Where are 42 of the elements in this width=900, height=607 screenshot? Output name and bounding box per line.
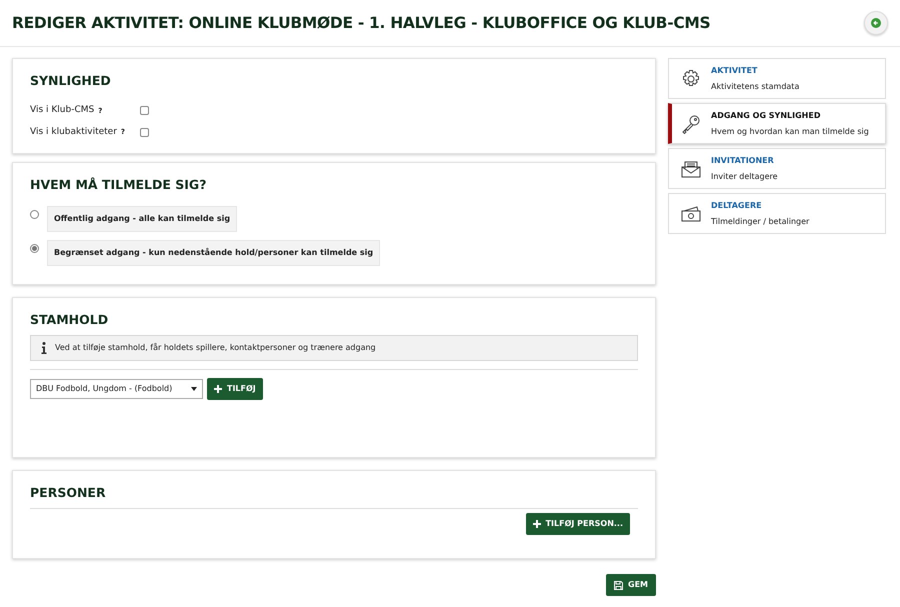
item-subtitle: Aktivitetens stamdata [711,80,800,92]
radio-label: Offentlig adgang - alle kan tilmelde sig [47,206,238,232]
select-value: DBU Fodbold, Ungdom - (Fodbold) [36,383,172,395]
info-text: Ved at tilføje stamhold, får holdets spillere, kontaktpersoner og trænere adgang [55,342,376,354]
page-title: REDIGER AKTIVITET: ONLINE KLUBMØDE - 1. HALVLEG - KLUBOFFICE OG KLUB-CMS [12,14,710,32]
sidebar-item[interactable]: ADGANG OG SYNLIGHED Hvem og hvordan kan man tilmelde sig [668,103,886,144]
save-button[interactable]: GEM [606,574,656,596]
wallet-icon [681,206,701,222]
item-title: ADGANG OG SYNLIGHED [711,110,822,122]
add-team-button[interactable]: TILFØJ [207,378,263,400]
item-subtitle: Tilmeldinger / betalinger [711,216,810,228]
radio-button[interactable] [30,244,39,253]
team-select[interactable]: DBU Fodbold, Ungdom - (Fodbold) [30,379,203,399]
item-subtitle: Hvem og hvordan kan man tilmelde sig [711,126,869,138]
add-person-button[interactable]: TILFØJ PERSON... [526,513,630,535]
sidebar-item[interactable]: AKTIVITET Aktivitetens stamdata [668,58,886,99]
checkbox[interactable] [140,128,149,137]
section-title: STAMHOLD [30,312,110,327]
radio-label: Begrænset adgang - kun nedenstående hold/personer kan tilmelde sig [47,240,380,266]
sidebar-item[interactable]: INVITATIONER Inviter deltagere [668,148,886,189]
sidebar-item[interactable]: DELTAGERE Tilmeldinger / betalinger [668,193,886,234]
save-icon [614,580,623,590]
gear-icon [681,68,701,88]
envelope-icon [681,160,701,178]
item-subtitle: Inviter deltagere [711,170,778,182]
caret-icon [191,387,197,391]
section-title: SYNLIGHED [30,73,112,88]
checkbox-label: Vis i klubaktiviteter [30,126,117,138]
info-icon [41,342,47,354]
key-icon [681,114,701,134]
checkbox[interactable] [140,106,149,116]
radio-button[interactable] [30,210,39,219]
plus-icon [214,385,222,393]
checkbox-label: Vis i Klub-CMS [30,104,94,117]
plus-icon [532,520,541,528]
back-arrow-icon [871,18,881,28]
item-title: INVITATIONER [711,154,775,166]
section-title: HVEM MÅ TILMELDE SIG? [30,177,208,192]
section-title: PERSONER [30,485,107,500]
item-title: DELTAGERE [711,200,763,212]
back-button[interactable] [864,11,888,35]
item-title: AKTIVITET [711,64,758,76]
